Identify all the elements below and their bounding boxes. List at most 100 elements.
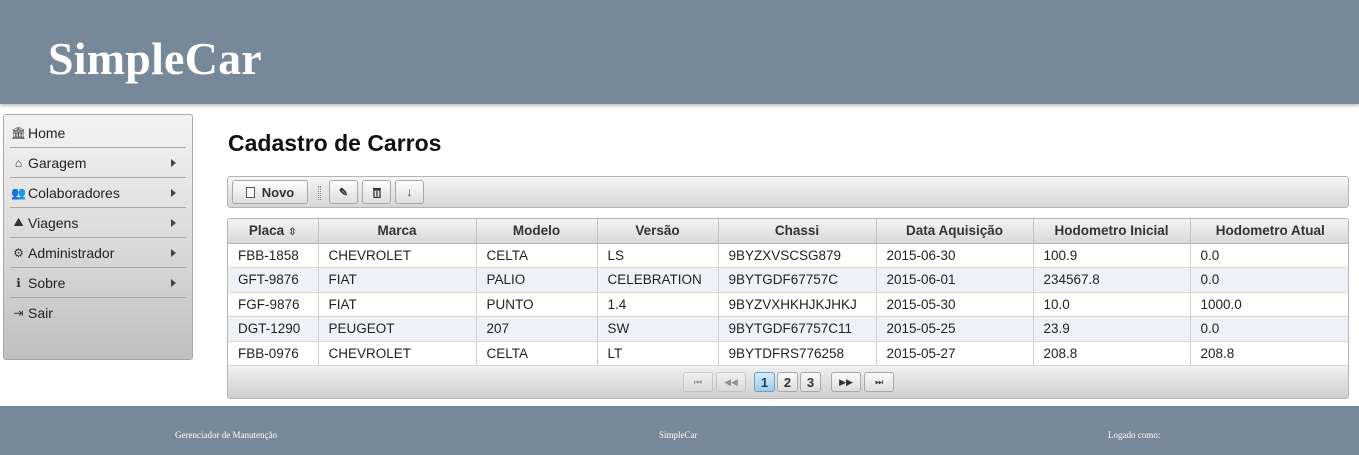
column-header[interactable]: Hodometro Inicial xyxy=(1033,219,1191,244)
download-icon: ↓ xyxy=(406,185,413,199)
table-cell: CELEBRATION xyxy=(597,267,719,293)
table-cell: 9BYZVXHKHJKJHKJ xyxy=(718,292,877,317)
table-row[interactable]: FBB-1858 CHEVROLET CELTA LS 9BYZXVSCSG879 201… xyxy=(228,243,1348,268)
table-cell: 208.8 xyxy=(1190,341,1348,366)
trash-icon xyxy=(372,187,381,198)
sidebar-menu: 🏛 Home ⌂ Garagem 👥 Colaboradores ⛰ Viagens ⚙ Admi… xyxy=(3,114,193,360)
new-document-icon xyxy=(245,186,255,198)
sidebar-item-home[interactable]: 🏛 Home xyxy=(10,115,186,148)
table-cell: 1000.0 xyxy=(1190,292,1348,317)
column-header[interactable]: Placa ⇳ xyxy=(228,219,319,244)
column-header-label: Hodometro Inicial xyxy=(1054,223,1169,239)
table-cell: 2015-05-30 xyxy=(876,292,1034,317)
table-cell: PEUGEOT xyxy=(318,316,477,342)
sidebar-item-label: Sair xyxy=(28,305,53,321)
column-header[interactable]: Data Aquisição xyxy=(876,219,1034,244)
sidebar-item-administrador[interactable]: ⚙ Administrador xyxy=(10,238,186,268)
table-cell: GFT-9876 xyxy=(228,267,319,293)
table-row[interactable]: GFT-9876 FIAT PALIO CELEBRATION 9BYTGDF67757… xyxy=(228,267,1348,293)
table-cell: 10.0 xyxy=(1033,292,1191,317)
column-header-label: Marca xyxy=(377,223,417,239)
table-cell: 208.8 xyxy=(1033,341,1191,366)
app-header: SimpleCar xyxy=(0,0,1359,104)
table-header-row: Placa ⇳ Marca Modelo Versão Chassi Data Aquisi… xyxy=(228,219,1348,244)
column-header[interactable]: Versão xyxy=(597,219,719,244)
table-cell: LS xyxy=(597,243,719,268)
table-cell: 0.0 xyxy=(1190,316,1348,342)
table-row[interactable]: FBB-0976 CHEVROLET CELTA LT 9BYTDFRS776258 20… xyxy=(228,341,1348,366)
page-title: Cadastro de Carros xyxy=(228,130,442,156)
table-cell: 9BYTGDF67757C11 xyxy=(718,316,877,342)
sidebar-item-label: Garagem xyxy=(28,154,87,171)
table-cell: CHEVROLET xyxy=(318,341,477,366)
new-button[interactable]: Novo xyxy=(232,180,308,204)
submenu-arrow-icon xyxy=(171,219,176,227)
sign-out-icon: ⇥ xyxy=(13,306,24,320)
footer-login-text: Logado como: xyxy=(1108,430,1161,440)
sort-icon: ⇳ xyxy=(288,227,297,239)
column-header[interactable]: Hodometro Atual xyxy=(1190,219,1348,244)
column-header-label: Placa xyxy=(248,223,285,239)
column-header-label: Hodometro Atual xyxy=(1215,223,1325,239)
last-page-button[interactable]: ⏭ xyxy=(864,372,894,392)
sidebar-item-label: Administrador xyxy=(28,244,115,261)
gears-icon: ⚙ xyxy=(13,245,24,260)
table-cell: 234567.8 xyxy=(1033,267,1191,293)
sidebar-item-viagens[interactable]: ⛰ Viagens xyxy=(10,208,186,238)
table-cell: 207 xyxy=(476,316,598,342)
table-cell: 9BYTDFRS776258 xyxy=(718,341,877,366)
page-3-button[interactable]: 3 xyxy=(800,372,821,392)
users-icon: 👥 xyxy=(11,185,26,200)
column-header-label: Data Aquisição xyxy=(905,223,1004,239)
table-row[interactable]: DGT-1290 PEUGEOT 207 SW 9BYTGDF67757C11 2015-… xyxy=(228,316,1348,342)
table-cell: FBB-0976 xyxy=(228,341,319,366)
table-cell: 2015-06-30 xyxy=(876,243,1034,268)
table-cell: 100.9 xyxy=(1033,243,1191,268)
column-header[interactable]: Modelo xyxy=(476,219,598,244)
table-cell: FGF-9876 xyxy=(228,292,319,317)
info-icon: ℹ xyxy=(16,275,21,290)
table-cell: 2015-05-25 xyxy=(876,316,1034,342)
sidebar-item-sair[interactable]: ⇥ Sair xyxy=(10,298,186,328)
home-icon: ⌂ xyxy=(14,155,23,170)
footer-center-text: SimpleCar xyxy=(659,430,698,440)
app-brand: SimpleCar xyxy=(48,33,262,84)
bank-icon: 🏛 xyxy=(10,125,27,140)
column-header[interactable]: Marca xyxy=(318,219,477,244)
edit-button[interactable]: ✎ xyxy=(329,180,358,204)
app-footer: Gerenciador de Manutenção SimpleCar Loga… xyxy=(0,406,1359,455)
sidebar-item-colaboradores[interactable]: 👥 Colaboradores xyxy=(10,178,186,208)
submenu-arrow-icon xyxy=(171,189,176,197)
sidebar-item-label: Colaboradores xyxy=(28,184,120,201)
sidebar-item-sobre[interactable]: ℹ Sobre xyxy=(10,268,186,298)
page-1-button[interactable]: 1 xyxy=(754,372,775,392)
first-page-button[interactable]: ⏮ xyxy=(683,372,713,392)
delete-button[interactable] xyxy=(362,180,391,204)
binoculars-icon: ⛰ xyxy=(13,215,24,229)
submenu-arrow-icon xyxy=(171,159,176,167)
sidebar-item-label: Home xyxy=(28,124,66,141)
table-cell: 9BYZXVSCSG879 xyxy=(718,243,877,268)
page-2-button[interactable]: 2 xyxy=(777,372,798,392)
table-row[interactable]: FGF-9876 FIAT PUNTO 1.4 9BYZVXHKHJKJHKJ 2015-… xyxy=(228,292,1348,317)
submenu-arrow-icon xyxy=(171,279,176,287)
next-page-button[interactable]: ▶▶ xyxy=(831,372,861,392)
column-header-label: Modelo xyxy=(512,223,561,239)
new-button-label: Novo xyxy=(261,184,295,200)
table-cell: 2015-06-01 xyxy=(876,267,1034,293)
sidebar-item-label: Sobre xyxy=(28,274,66,291)
export-button[interactable]: ↓ xyxy=(395,180,424,204)
footer-left-text: Gerenciador de Manutenção xyxy=(175,430,277,440)
table-cell: 2015-05-27 xyxy=(876,341,1034,366)
sidebar-item-garagem[interactable]: ⌂ Garagem xyxy=(10,148,186,178)
table-cell: FBB-1858 xyxy=(228,243,319,268)
toolbar: Novo ✎ ↓ xyxy=(227,176,1349,208)
column-header[interactable]: Chassi xyxy=(718,219,877,244)
cars-table: Placa ⇳ Marca Modelo Versão Chassi Data Aquisi… xyxy=(227,218,1349,399)
table-cell: CELTA xyxy=(476,243,598,268)
prev-page-button[interactable]: ◀◀ xyxy=(716,372,746,392)
table-cell: FIAT xyxy=(318,267,477,293)
table-cell: 0.0 xyxy=(1190,267,1348,293)
table-cell: DGT-1290 xyxy=(228,316,319,342)
column-header-label: Versão xyxy=(635,223,680,239)
